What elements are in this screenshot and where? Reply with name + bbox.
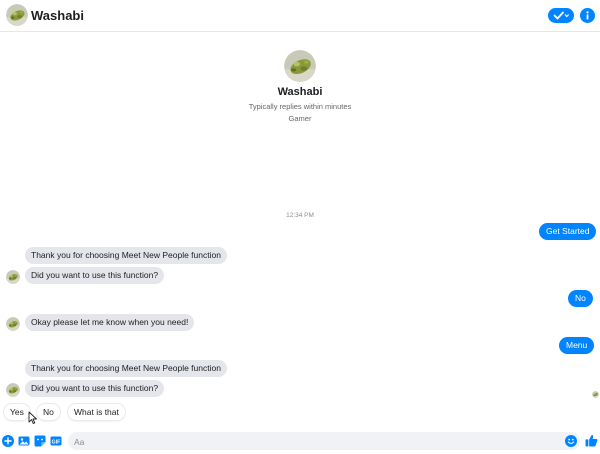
gif-icon[interactable]: GIF	[50, 435, 62, 447]
conversation-title[interactable]: Washabi	[31, 8, 84, 23]
sender-avatar	[6, 383, 20, 397]
incoming-message: Thank you for choosing Meet New People f…	[25, 360, 227, 377]
message-timestamp: 12:34 PM	[286, 212, 314, 219]
sticker-icon[interactable]	[34, 435, 46, 447]
quick-reply-what-is-that[interactable]: What is that	[68, 404, 125, 420]
seen-indicator-avatar	[592, 391, 599, 398]
message-input-container	[68, 432, 580, 451]
sender-avatar	[6, 317, 20, 331]
profile-card: Washabi Typically replies within minutes…	[0, 50, 600, 123]
quick-reply-no[interactable]: No	[37, 404, 60, 420]
conversation-header: Washabi	[0, 0, 600, 32]
outgoing-message-menu: Menu	[559, 337, 595, 354]
message-input[interactable]	[68, 433, 548, 451]
plus-icon[interactable]	[2, 435, 14, 447]
message-composer: GIF	[0, 428, 600, 454]
outgoing-message-no: No	[568, 290, 593, 307]
thumbs-up-icon[interactable]	[585, 434, 598, 447]
profile-name: Washabi	[277, 86, 323, 98]
quick-reply-yes[interactable]: Yes	[4, 404, 30, 420]
image-icon[interactable]	[18, 435, 30, 447]
page-category: Gamer	[288, 114, 312, 123]
info-icon[interactable]	[580, 8, 595, 23]
mouse-cursor-icon	[28, 411, 37, 424]
outgoing-message-get-started: Get Started	[539, 223, 597, 240]
profile-avatar	[284, 50, 316, 82]
incoming-message: Did you want to use this function?	[25, 267, 165, 284]
sender-avatar	[6, 270, 20, 284]
svg-text:GIF: GIF	[52, 439, 61, 445]
incoming-message: Okay please let me know when you need!	[25, 314, 195, 331]
incoming-message: Did you want to use this function?	[25, 380, 165, 397]
page-avatar[interactable]	[6, 4, 28, 26]
emoji-icon[interactable]	[565, 435, 577, 447]
incoming-message: Thank you for choosing Meet New People f…	[25, 247, 227, 264]
response-time-text: Typically replies within minutes	[248, 102, 352, 111]
check-dropdown-icon[interactable]	[548, 8, 574, 23]
